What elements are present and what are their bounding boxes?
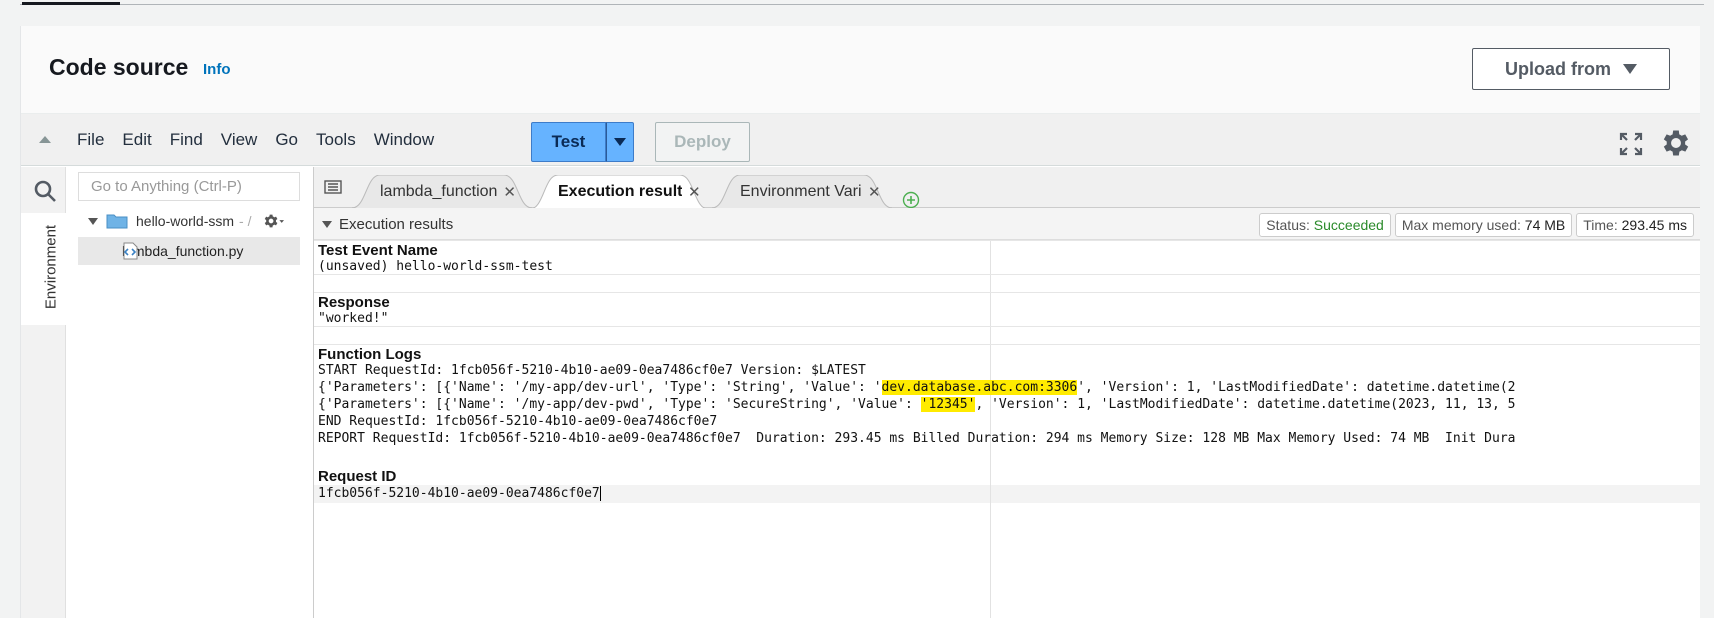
menu-window[interactable]: Window	[374, 130, 434, 150]
folder-icon	[106, 214, 128, 229]
highlighted-value: dev.database.abc.com:3306	[881, 380, 1078, 395]
tab-label: Environment Variables	[740, 182, 862, 200]
execution-results-toggle[interactable]: Execution results	[322, 216, 453, 233]
fullscreen-icon[interactable]	[1619, 132, 1643, 156]
test-button[interactable]: Test	[531, 122, 606, 162]
menu-items: File Edit Find View Go Tools Window	[77, 130, 452, 150]
log-text: ', 'Version': 1, 'LastModifiedDate': dat…	[1077, 380, 1516, 395]
memory-badge: Max memory used: 74 MB	[1394, 213, 1573, 237]
caret-down-icon	[614, 138, 626, 146]
status-value: Succeeded	[1313, 217, 1384, 233]
root-folder-name: hello-world-ssm	[136, 213, 235, 229]
function-logs-title: Function Logs	[318, 346, 422, 363]
gear-icon[interactable]	[1659, 126, 1693, 160]
log-line-start: START RequestId: 1fcb056f-5210-4b10-ae09…	[318, 363, 866, 378]
row-line	[314, 240, 1700, 241]
request-id-line: 1fcb056f-5210-4b10-ae09-0ea7486cf0e7	[318, 485, 601, 502]
menu-tools[interactable]: Tools	[316, 130, 356, 150]
tree-settings-icon[interactable]	[262, 211, 284, 231]
editor-area: lambda_function ✕ Environment Variables …	[314, 167, 1700, 618]
status-pills: Status: Succeeded Max memory used: 74 MB…	[1259, 213, 1694, 237]
add-tab-icon[interactable]	[902, 191, 920, 209]
tree-file-lambda-function[interactable]: lambda_function.py	[78, 237, 300, 265]
environment-tab[interactable]: Environment	[21, 213, 66, 325]
test-event-value: (unsaved) hello-world-ssm-test	[318, 259, 553, 274]
log-line-report: REPORT RequestId: 1fcb056f-5210-4b10-ae0…	[318, 431, 1516, 446]
menu-find[interactable]: Find	[170, 130, 203, 150]
print-margin	[990, 240, 991, 618]
collapse-icon	[322, 221, 332, 228]
tree-file-name: lambda_function.py	[122, 243, 244, 259]
row-line	[314, 326, 1700, 327]
memory-value: 74 MB	[1524, 217, 1566, 233]
response-value: "worked!"	[318, 311, 389, 326]
time-badge: Time: 293.45 ms	[1576, 213, 1694, 237]
tab-environment-variables[interactable]: Environment Variables ✕	[712, 175, 892, 208]
file-tree: Go to Anything (Ctrl-P) hello-world-ssm …	[66, 167, 314, 618]
upload-from-label: Upload from	[1505, 58, 1611, 79]
close-icon[interactable]: ✕	[503, 183, 516, 201]
response-title: Response	[318, 294, 390, 311]
tree-root-folder[interactable]: hello-world-ssm - /	[88, 209, 251, 233]
close-icon[interactable]: ✕	[868, 183, 881, 201]
ide-menubar: File Edit Find View Go Tools Window Test…	[21, 114, 1700, 166]
test-dropdown-button[interactable]	[606, 122, 634, 162]
collapse-caret-icon[interactable]	[39, 136, 51, 143]
execution-results-header: Execution results Status: Succeeded Max …	[314, 208, 1700, 240]
time-value: 293.45 ms	[1621, 217, 1687, 233]
top-tab-underline	[0, 0, 1714, 6]
deploy-button[interactable]: Deploy	[655, 122, 750, 162]
highlighted-value: '12345'	[920, 397, 976, 412]
search-icon[interactable]	[33, 179, 57, 203]
ide-side-rail: Environment	[21, 167, 66, 618]
row-line	[314, 344, 1700, 345]
test-event-title: Test Event Name	[318, 242, 438, 259]
tab-label: lambda_function	[380, 182, 498, 200]
test-button-group: Test	[531, 122, 634, 162]
menu-view[interactable]: View	[221, 130, 258, 150]
log-line-param-url: {'Parameters': [{'Name': '/my-app/dev-ur…	[318, 379, 1516, 396]
execution-results-body[interactable]: Test Event Name (unsaved) hello-world-ss…	[314, 240, 1700, 618]
page-title: Code source	[49, 54, 189, 80]
time-label: Time:	[1583, 217, 1618, 233]
panel-header: Code source Info Upload from	[21, 26, 1700, 114]
tab-lambda-function[interactable]: lambda_function ✕	[352, 175, 532, 208]
environment-tab-label: Environment	[42, 224, 60, 310]
close-icon[interactable]: ✕	[688, 183, 701, 201]
tabs-menu-icon[interactable]	[324, 180, 342, 194]
editor-tabbar: lambda_function ✕ Environment Variables …	[314, 167, 1700, 209]
row-line	[314, 292, 1700, 293]
caret-down-icon	[1623, 64, 1637, 74]
log-text: {'Parameters': [{'Name': '/my-app/dev-pw…	[318, 397, 921, 412]
tab-label: Execution results	[558, 182, 682, 200]
log-line-param-pwd: {'Parameters': [{'Name': '/my-app/dev-pw…	[318, 396, 1516, 413]
upload-from-button[interactable]: Upload from	[1472, 48, 1670, 90]
execution-results-title: Execution results	[339, 216, 454, 233]
expand-icon	[88, 217, 98, 225]
code-source-panel: Code source Info Upload from File Edit F…	[20, 26, 1700, 618]
root-folder-suffix: - /	[239, 213, 252, 229]
request-id-title: Request ID	[318, 468, 397, 485]
goto-anything-input[interactable]: Go to Anything (Ctrl-P)	[78, 172, 300, 201]
menu-go[interactable]: Go	[275, 130, 298, 150]
log-text: {'Parameters': [{'Name': '/my-app/dev-ur…	[318, 380, 882, 395]
request-id-value: 1fcb056f-5210-4b10-ae09-0ea7486cf0e7	[318, 486, 600, 501]
memory-label: Max memory used:	[1401, 217, 1521, 233]
log-line-end: END RequestId: 1fcb056f-5210-4b10-ae09-0…	[318, 414, 718, 429]
status-label: Status:	[1266, 217, 1310, 233]
menu-edit[interactable]: Edit	[122, 130, 151, 150]
log-text: , 'Version': 1, 'LastModifiedDate': date…	[975, 397, 1516, 412]
text-cursor	[599, 486, 601, 501]
status-badge: Status: Succeeded	[1259, 213, 1391, 237]
menu-file[interactable]: File	[77, 130, 104, 150]
tab-execution-results[interactable]: Execution results ✕	[530, 175, 708, 208]
python-file-icon	[123, 242, 138, 260]
info-link[interactable]: Info	[203, 61, 231, 78]
